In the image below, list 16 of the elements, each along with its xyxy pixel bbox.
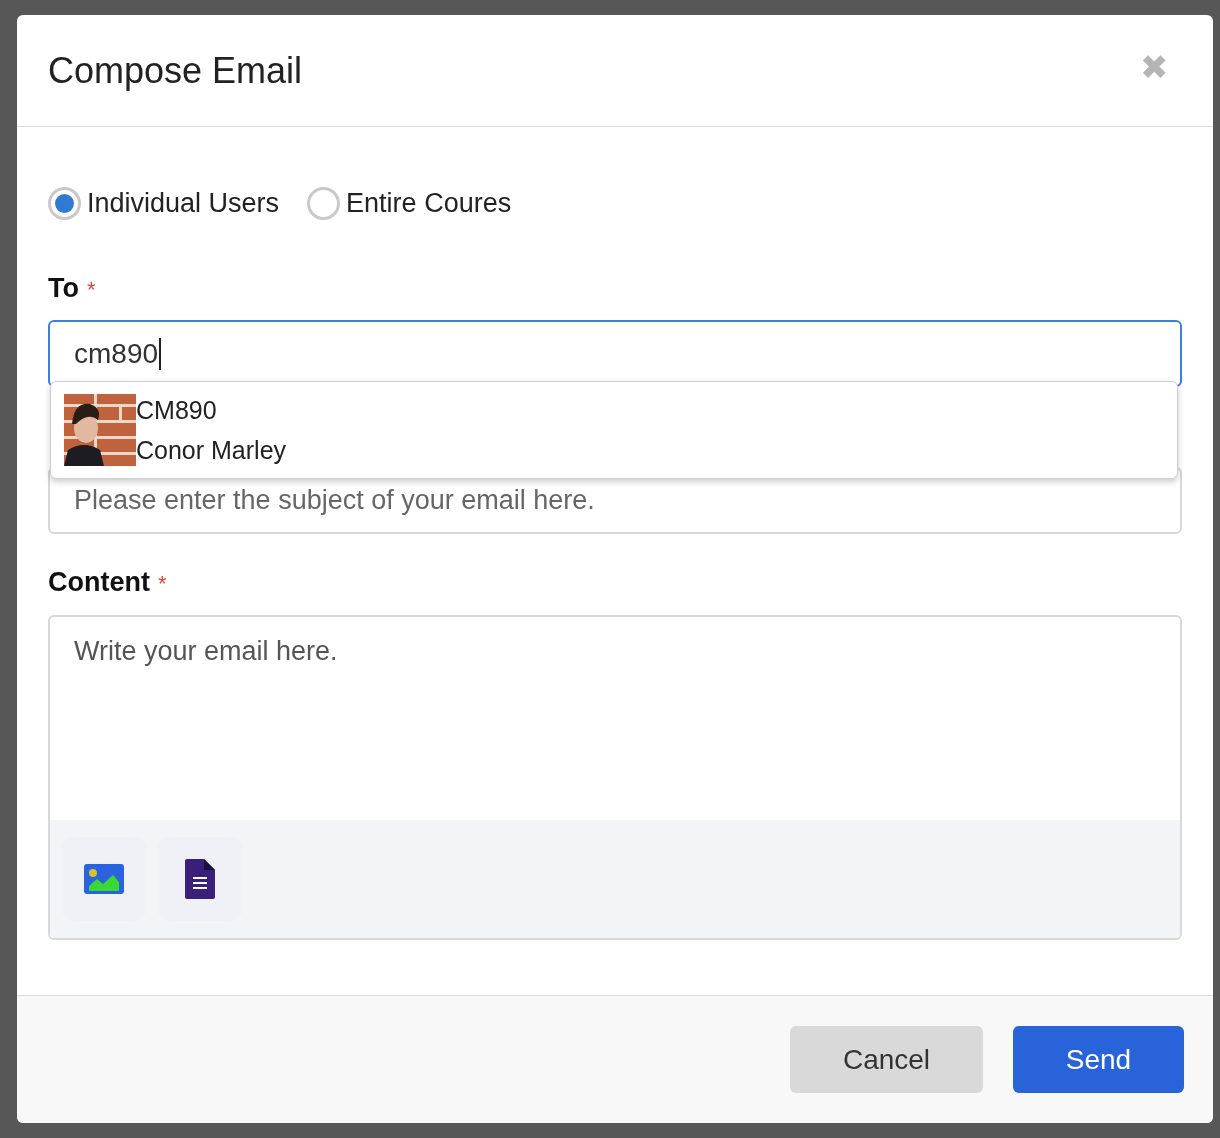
image-icon: [84, 863, 124, 894]
required-mark: *: [87, 275, 96, 304]
field-label: Content: [48, 566, 150, 599]
field-label: To: [48, 271, 79, 305]
full-name: Conor Marley: [136, 435, 287, 466]
cancel-button[interactable]: Cancel: [790, 1026, 983, 1093]
username: CM890: [136, 395, 218, 426]
radio-option[interactable]: Entire Coures: [307, 183, 512, 224]
dialog-title: Compose Email: [48, 48, 303, 93]
required-mark: *: [158, 570, 167, 598]
radio-button[interactable]: [48, 186, 81, 220]
suggestion-item[interactable]: CM890 Conor Marley: [64, 390, 1164, 470]
document-icon: [185, 858, 215, 899]
radio-option[interactable]: Individual Users: [48, 183, 280, 224]
radio-button[interactable]: [307, 186, 341, 220]
send-button[interactable]: Send: [1013, 1026, 1184, 1093]
